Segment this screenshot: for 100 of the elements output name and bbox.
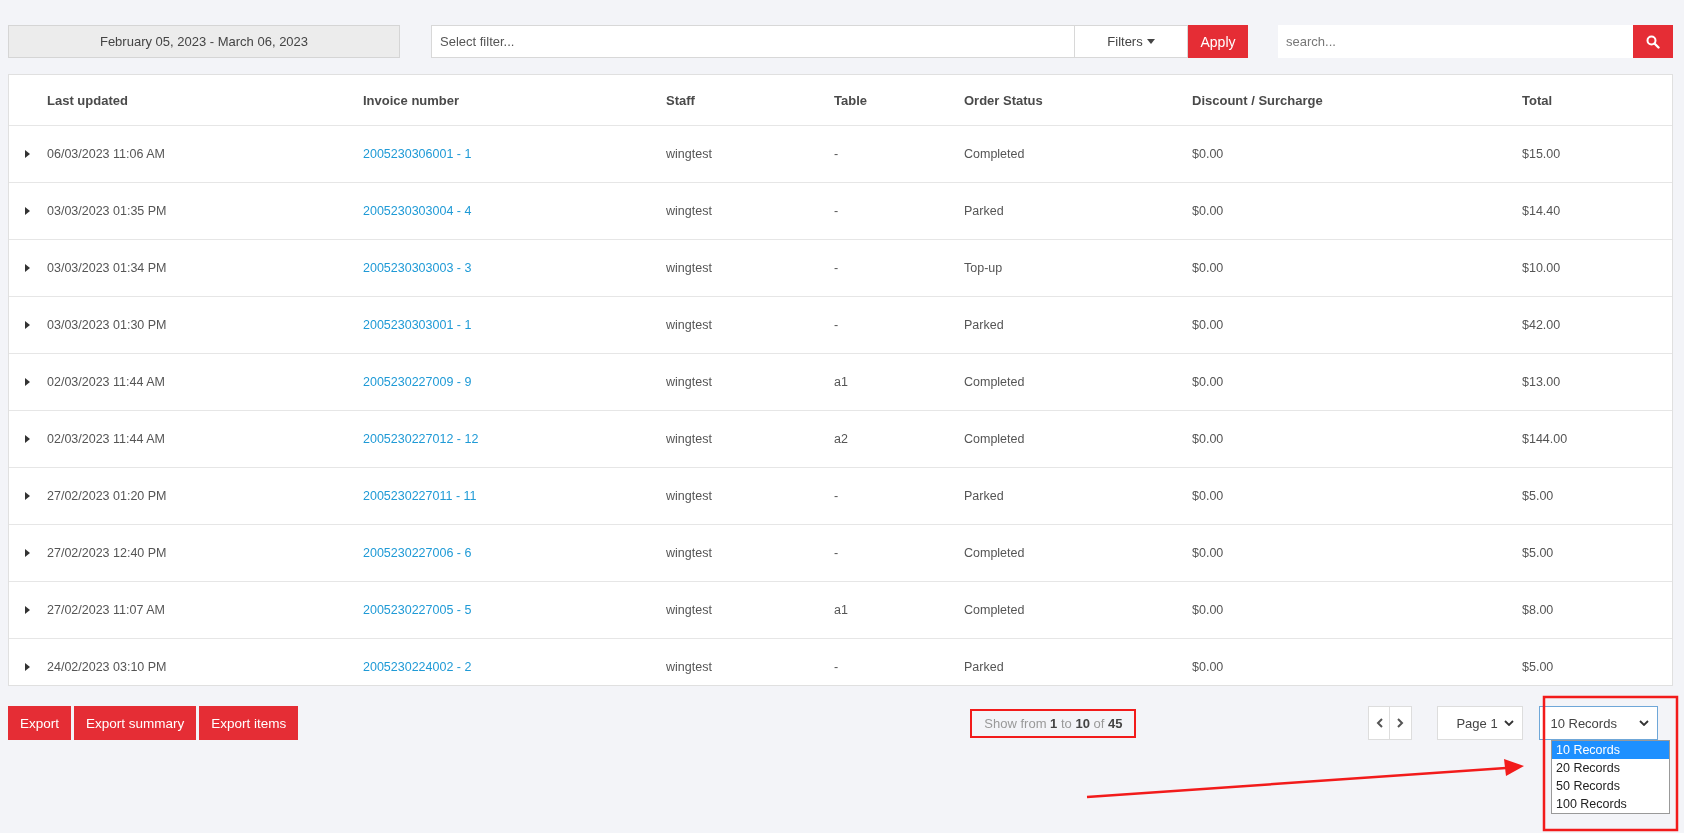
discount-cell: $0.00 — [1192, 204, 1224, 218]
staff-cell: wingtest — [666, 432, 712, 446]
status-cell: Parked — [964, 489, 1004, 503]
column-header: Discount / Surcharge — [1192, 92, 1323, 108]
staff-cell: wingtest — [666, 261, 712, 275]
records-option[interactable]: 100 Records — [1552, 795, 1669, 813]
export-button[interactable]: Export summary — [74, 706, 197, 740]
status-cell: Completed — [964, 147, 1025, 161]
staff-cell: wingtest — [666, 204, 712, 218]
table-cell: - — [834, 489, 839, 503]
records-per-page-select[interactable]: 10 Records — [1539, 706, 1659, 740]
table-cell: - — [834, 546, 839, 560]
records-option[interactable]: 20 Records — [1552, 759, 1669, 777]
search-input[interactable]: search... — [1278, 25, 1633, 58]
discount-cell: $0.00 — [1192, 147, 1224, 161]
staff-cell: wingtest — [666, 318, 712, 332]
staff-cell: wingtest — [666, 660, 712, 674]
records-option[interactable]: 50 Records — [1552, 777, 1669, 795]
discount-cell: $0.00 — [1192, 546, 1224, 560]
expand-row-button[interactable] — [25, 435, 31, 443]
table-cell: - — [834, 660, 839, 674]
status-cell: Parked — [964, 318, 1004, 332]
date-cell: 02/03/2023 11:44 AM — [47, 375, 165, 389]
expand-row-button[interactable] — [25, 663, 31, 671]
previous-page-button[interactable] — [1368, 706, 1391, 740]
date-cell: 02/03/2023 11:44 AM — [47, 432, 165, 446]
invoice-link[interactable]: 2005230227006 - 6 — [363, 546, 472, 560]
expand-row-button[interactable] — [25, 264, 31, 272]
total-cell: $42.00 — [1522, 318, 1561, 332]
expand-row-button[interactable] — [25, 207, 31, 215]
chevron-left-icon — [1375, 718, 1383, 728]
column-header: Table — [834, 92, 867, 108]
column-header: Last updated — [47, 92, 128, 108]
total-cell: $5.00 — [1522, 546, 1554, 560]
status-cell: Completed — [964, 546, 1025, 560]
date-cell: 27/02/2023 11:07 AM — [47, 603, 165, 617]
invoice-link[interactable]: 2005230306001 - 1 — [363, 147, 472, 161]
staff-cell: wingtest — [666, 147, 712, 161]
invoice-link[interactable]: 2005230227005 - 5 — [363, 603, 472, 617]
search-button[interactable] — [1633, 25, 1673, 58]
date-cell: 06/03/2023 11:06 AM — [47, 147, 165, 161]
chevron-down-icon — [1504, 720, 1515, 726]
staff-cell: wingtest — [666, 489, 712, 503]
column-header: Total — [1522, 92, 1553, 108]
filters-dropdown-button[interactable]: Filters — [1075, 25, 1188, 58]
invoice-link[interactable]: 2005230227012 - 12 — [363, 432, 479, 446]
page-select[interactable]: Page 1 — [1437, 706, 1524, 740]
invoice-link[interactable]: 2005230227011 - 11 — [363, 489, 477, 503]
status-cell: Top-up — [964, 261, 1003, 275]
column-header: Invoice number — [363, 92, 460, 108]
discount-cell: $0.00 — [1192, 489, 1224, 503]
total-cell: $14.40 — [1522, 204, 1561, 218]
invoice-link[interactable]: 2005230227009 - 9 — [363, 375, 472, 389]
date-cell: 27/02/2023 01:20 PM — [47, 489, 167, 503]
export-button[interactable]: Export — [8, 706, 72, 740]
table-cell: - — [834, 147, 839, 161]
invoice-link[interactable]: 2005230224002 - 2 — [363, 660, 472, 674]
table-cell: - — [834, 261, 839, 275]
records-option[interactable]: 10 Records — [1552, 741, 1669, 759]
next-page-button[interactable] — [1390, 706, 1413, 740]
staff-cell: wingtest — [666, 603, 712, 617]
table-cell: a1 — [834, 375, 848, 389]
date-cell: 03/03/2023 01:34 PM — [47, 261, 167, 275]
invoice-link[interactable]: 2005230303004 - 4 — [363, 204, 472, 218]
table-cell: a2 — [834, 432, 848, 446]
staff-cell: wingtest — [666, 375, 712, 389]
expand-row-button[interactable] — [25, 321, 31, 329]
date-cell: 27/02/2023 12:40 PM — [47, 546, 167, 560]
status-cell: Parked — [964, 660, 1004, 674]
date-cell: 24/02/2023 03:10 PM — [47, 660, 167, 674]
date-cell: 03/03/2023 01:35 PM — [47, 204, 167, 218]
table-cell: - — [834, 318, 839, 332]
status-cell: Completed — [964, 375, 1025, 389]
date-cell: 03/03/2023 01:30 PM — [47, 318, 167, 332]
invoice-link[interactable]: 2005230303001 - 1 — [363, 318, 472, 332]
discount-cell: $0.00 — [1192, 603, 1224, 617]
date-range-picker[interactable]: February 05, 2023 - March 06, 2023 — [8, 25, 400, 58]
staff-cell: wingtest — [666, 546, 712, 560]
expand-row-button[interactable] — [25, 606, 31, 614]
search-icon — [1646, 34, 1660, 49]
discount-cell: $0.00 — [1192, 318, 1224, 332]
expand-row-button[interactable] — [25, 378, 31, 386]
chevron-right-icon — [1397, 718, 1405, 728]
discount-cell: $0.00 — [1192, 432, 1224, 446]
total-cell: $13.00 — [1522, 375, 1561, 389]
invoice-link[interactable]: 2005230303003 - 3 — [363, 261, 472, 275]
total-cell: $15.00 — [1522, 147, 1561, 161]
column-header: Staff — [666, 92, 695, 108]
table-cell: a1 — [834, 603, 848, 617]
apply-button[interactable]: Apply — [1188, 25, 1248, 58]
status-cell: Parked — [964, 204, 1004, 218]
expand-row-button[interactable] — [25, 150, 31, 158]
records-summary: Show from 1 to 10 of 45 — [970, 708, 1137, 738]
expand-row-button[interactable] — [25, 549, 31, 557]
chevron-down-icon — [1639, 720, 1650, 726]
export-button[interactable]: Export items — [199, 706, 299, 740]
expand-row-button[interactable] — [25, 492, 31, 500]
filter-input[interactable]: Select filter... — [431, 25, 1075, 58]
total-cell: $144.00 — [1522, 432, 1568, 446]
discount-cell: $0.00 — [1192, 375, 1224, 389]
